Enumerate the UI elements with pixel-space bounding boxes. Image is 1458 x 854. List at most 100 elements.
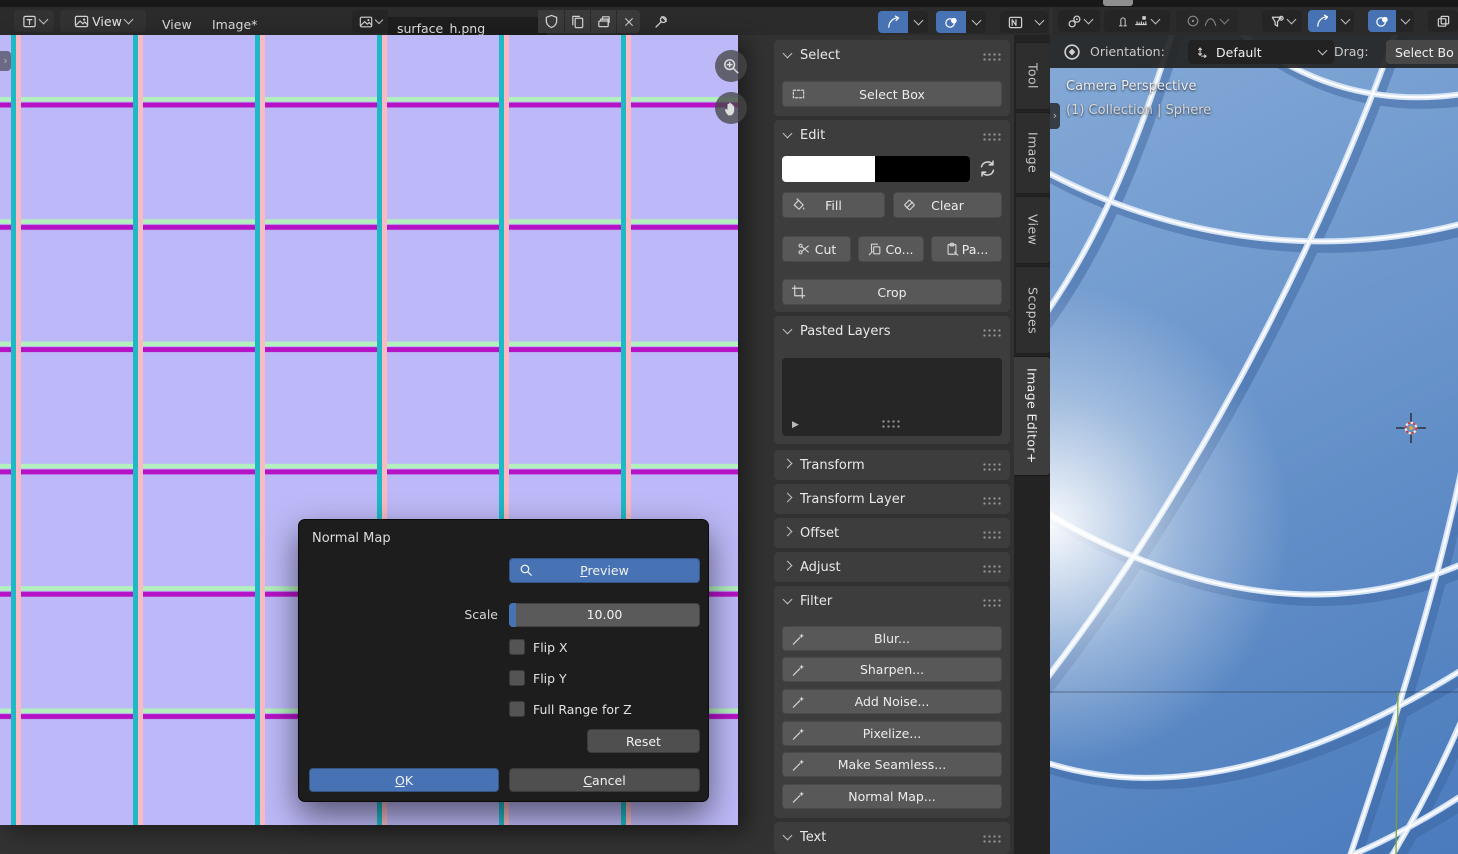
editor-type-button[interactable] <box>14 10 54 32</box>
tab-tool[interactable]: Tool <box>1016 42 1051 110</box>
unlink-image-button[interactable] <box>617 10 640 33</box>
tab-label: Image Editor+ <box>1025 368 1040 464</box>
filter-add-noise-button[interactable]: Add Noise... <box>782 689 1002 714</box>
pack-image-button[interactable] <box>591 10 616 33</box>
panel-drag-grip[interactable] <box>982 834 1001 843</box>
duplicate-image-button[interactable] <box>565 10 590 33</box>
chevron-down-icon <box>1400 15 1410 25</box>
viewport-overlays-toggle[interactable] <box>1368 10 1396 32</box>
cut-button[interactable]: Cut <box>782 236 851 262</box>
snapping-group[interactable] <box>1104 10 1170 32</box>
overlays-toggle[interactable] <box>936 11 966 33</box>
panel-pasted-layers-header[interactable]: Pasted Layers <box>784 316 891 346</box>
panel-drag-grip[interactable] <box>982 132 1001 141</box>
paste-button[interactable]: Pa... <box>931 236 1002 262</box>
wand-icon <box>791 662 806 677</box>
viewport-gizmos-dropdown[interactable] <box>1336 10 1354 32</box>
panel-transform[interactable]: Transform <box>774 450 1010 480</box>
shield-icon <box>544 14 559 29</box>
filter-sharpen-button[interactable]: Sharpen... <box>782 657 1002 682</box>
reset-button[interactable]: Reset <box>587 729 700 753</box>
scale-slider[interactable]: 10.00 <box>509 603 700 627</box>
preview-toggle-button[interactable]: Preview <box>509 558 700 583</box>
filter-normal-map-button[interactable]: Normal Map... <box>782 784 1002 809</box>
viewport-3d[interactable]: Camera Perspective (1) Collection | Sphe… <box>1050 35 1458 854</box>
panel-drag-grip[interactable] <box>982 530 1001 539</box>
panel-adjust[interactable]: Adjust <box>774 552 1010 582</box>
flip-x-checkbox[interactable] <box>509 639 525 655</box>
orientation-dropdown[interactable]: Default <box>1188 40 1334 64</box>
copy-button[interactable]: Co... <box>858 236 924 262</box>
overlays-icon <box>944 15 959 30</box>
panel-drag-grip[interactable] <box>982 52 1001 61</box>
menu-view[interactable]: View <box>156 14 198 36</box>
panel-transform-layer[interactable]: Transform Layer <box>774 484 1010 514</box>
panel-edit: Edit Fill Clear Cut Co... <box>774 120 1010 312</box>
pan-gizmo-button[interactable] <box>715 92 747 124</box>
viewport-gizmos-toggle[interactable] <box>1308 10 1336 32</box>
proportional-editing-group[interactable] <box>1176 10 1238 32</box>
render-slot-button[interactable] <box>1000 11 1030 33</box>
tab-image[interactable]: Image <box>1016 112 1051 194</box>
pin-button[interactable] <box>650 12 672 32</box>
chevron-down-icon <box>783 325 793 335</box>
fake-user-button[interactable] <box>538 10 564 33</box>
panel-filter-header[interactable]: Filter <box>784 586 832 616</box>
ok-button[interactable]: OK <box>309 768 499 792</box>
shading-mode-button[interactable] <box>1428 10 1458 32</box>
viewport-overlays-dropdown[interactable] <box>1396 10 1414 32</box>
clear-button[interactable]: Clear <box>893 192 1002 218</box>
fill-button[interactable]: Fill <box>782 192 885 218</box>
zoom-gizmo-button[interactable] <box>715 50 747 82</box>
gizmos-toggle[interactable] <box>878 11 908 33</box>
chevron-down-icon <box>1318 46 1328 56</box>
panel-drag-grip[interactable] <box>982 328 1001 337</box>
area-corner-notch[interactable] <box>1103 0 1133 6</box>
render-slot-dropdown[interactable] <box>1030 11 1048 33</box>
crop-button[interactable]: Crop <box>782 279 1002 305</box>
drag-mode-value: Select Bo <box>1395 45 1454 60</box>
tab-scopes[interactable]: Scopes <box>1016 266 1051 354</box>
panel-edit-header[interactable]: Edit <box>784 120 825 150</box>
drag-mode-button[interactable]: Select Bo <box>1386 40 1458 64</box>
copy-icon <box>868 242 882 256</box>
panel-text[interactable]: Text <box>774 822 1010 854</box>
list-drag-grip[interactable] <box>881 419 900 428</box>
swap-colors-button[interactable] <box>978 159 1000 179</box>
image-browse-button[interactable] <box>352 10 388 33</box>
panel-drag-grip[interactable] <box>982 462 1001 471</box>
foreground-color-swatch[interactable] <box>782 156 875 182</box>
filter-pixelize-button[interactable]: Pixelize... <box>782 721 1002 746</box>
chevron-down-icon <box>123 15 133 25</box>
tab-view[interactable]: View <box>1016 196 1051 264</box>
flip-y-checkbox[interactable] <box>509 670 525 686</box>
filter-make-seamless-label: Make Seamless... <box>838 757 946 772</box>
full-range-z-checkbox[interactable] <box>509 701 525 717</box>
panel-select-header[interactable]: Select <box>784 40 840 70</box>
overlays-icon <box>1375 14 1390 29</box>
tab-image-editor-plus[interactable]: Image Editor+ <box>1014 356 1051 476</box>
panel-drag-grip[interactable] <box>982 496 1001 505</box>
background-color-swatch[interactable] <box>875 156 970 182</box>
menu-image[interactable]: Image* <box>206 14 263 36</box>
sidebar-toggle-arrow[interactable]: › <box>0 51 11 71</box>
panel-title: Adjust <box>800 560 841 575</box>
overlays-dropdown[interactable] <box>966 11 986 33</box>
3d-cursor <box>1396 413 1426 443</box>
gizmos-dropdown[interactable] <box>908 11 928 33</box>
wand-icon <box>791 726 806 741</box>
subpanel-play-icon[interactable]: ▶ <box>792 420 799 430</box>
visibility-filter-button[interactable] <box>1262 10 1302 32</box>
select-box-button[interactable]: Select Box <box>782 81 1002 107</box>
filter-blur-button[interactable]: Blur... <box>782 626 1002 651</box>
pasted-layers-list[interactable]: ▶ <box>782 358 1002 436</box>
filter-make-seamless-button[interactable]: Make Seamless... <box>782 752 1002 777</box>
panel-drag-grip[interactable] <box>982 564 1001 573</box>
panel-offset[interactable]: Offset <box>774 518 1010 548</box>
zoom-in-icon <box>722 57 740 75</box>
cancel-button[interactable]: Cancel <box>509 768 700 792</box>
panel-drag-grip[interactable] <box>982 598 1001 607</box>
display-mode-dropdown[interactable]: View <box>60 10 146 32</box>
viewport-sidebar-toggle[interactable]: › <box>1050 103 1060 129</box>
pivot-point-button[interactable] <box>1058 10 1100 32</box>
